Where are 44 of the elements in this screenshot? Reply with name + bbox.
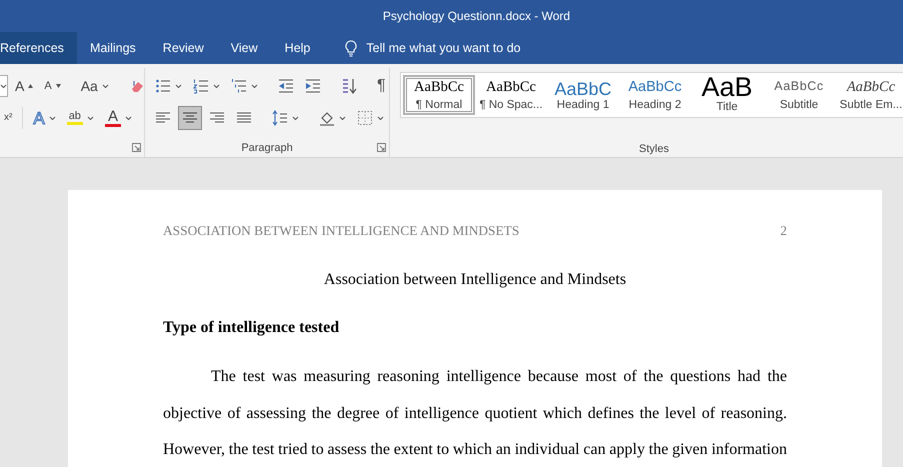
multilevel-list-icon [231, 78, 247, 94]
style-option[interactable]: AaBbCc Subtle Em... [835, 75, 903, 115]
sort-icon [341, 78, 357, 94]
tell-me-field[interactable]: Tell me what you want to do [341, 32, 525, 64]
style-option[interactable]: AaBbCc Heading 2 [619, 75, 691, 115]
dialog-launcher-icon[interactable] [132, 143, 141, 152]
ribbon-tab[interactable]: View [218, 32, 271, 64]
superscript-button[interactable]: x² [0, 106, 16, 130]
ribbon-tab[interactable]: Review [150, 32, 217, 64]
window-title: Psychology Questionn.docx - Word [382, 9, 570, 23]
ribbon-tab[interactable]: References [0, 32, 77, 64]
body-paragraph: The test was measuring reasoning intelligence because most of the questions had the objective of assessing the degree of intelligence quotient which defines the level of reasoning. However, the test tried to assess the extent to which an individual can apply the given information [163, 367, 787, 460]
font-color-button[interactable]: A [100, 106, 136, 130]
document-title: Association between Intelligence and Mindsets [322, 270, 628, 290]
page-number: 2 [780, 222, 787, 240]
style-option[interactable]: AaBbCc ¶ No Spac... [475, 75, 547, 115]
show-marks-button[interactable]: ¶ [373, 74, 390, 98]
decrease-indent-icon [278, 78, 294, 94]
section-heading: Type of intelligence tested [163, 318, 340, 338]
down-triangle-icon [56, 84, 61, 88]
borders-icon [357, 110, 373, 126]
style-option[interactable]: AaBbCc ¶ Normal [403, 75, 475, 115]
change-case-button[interactable]: Aa [76, 74, 113, 98]
grow-font-button[interactable]: A [11, 74, 38, 98]
up-triangle-icon [28, 84, 34, 88]
ribbon-tab[interactable]: Help [272, 32, 324, 64]
dialog-launcher-icon[interactable] [377, 143, 386, 152]
highlight-button[interactable]: ab [62, 106, 98, 130]
numbered-list-icon [193, 78, 209, 94]
paint-bucket-icon [319, 110, 335, 126]
center-button[interactable] [178, 106, 202, 130]
increase-indent-icon [305, 78, 321, 94]
ribbon-tab[interactable]: Mailings [76, 32, 149, 64]
group-label: Paragraph [241, 142, 293, 154]
shrink-font-button[interactable]: A [40, 74, 65, 98]
style-option[interactable]: AaB Title [691, 75, 763, 115]
font-size-dropdown[interactable] [0, 75, 8, 97]
style-option[interactable]: AaBbCc Subtitle [763, 75, 835, 115]
lightbulb-icon [345, 40, 358, 56]
style-option[interactable]: AaBbC Heading 1 [547, 75, 619, 115]
line-spacing-icon [272, 110, 288, 126]
bullet-list-icon [155, 78, 171, 94]
running-head: ASSOCIATION BETWEEN INTELLIGENCE AND MINDSETS [163, 222, 520, 240]
group-label: Styles [639, 143, 669, 155]
